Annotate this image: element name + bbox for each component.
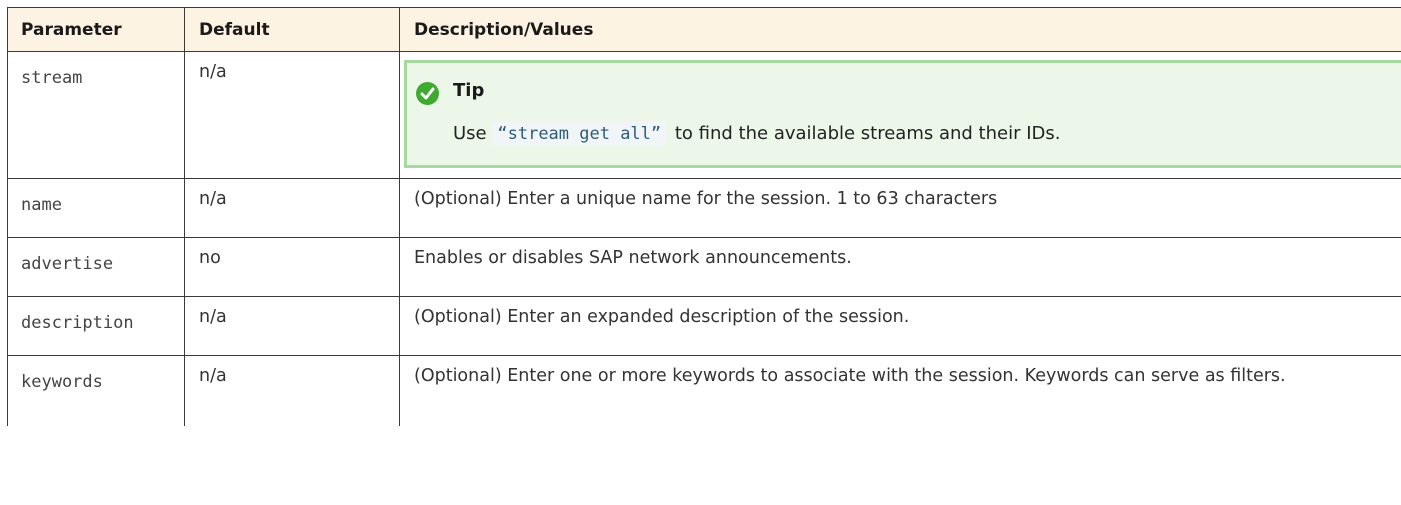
tip-text-before: Use: [453, 123, 487, 144]
table-row: description n/a (Optional) Enter an expa…: [7, 297, 1401, 356]
tip-body: Use “stream get all” to find the availab…: [453, 122, 1061, 146]
tip-title: Tip: [453, 80, 485, 101]
param-default: no: [184, 238, 399, 296]
tip-code: “stream get all”: [492, 122, 667, 146]
header-parameter: Parameter: [7, 8, 184, 51]
parameters-table: Parameter Default Description/Values str…: [7, 7, 1401, 426]
tip-text-after: to find the available streams and their …: [674, 123, 1061, 144]
param-name: keywords: [7, 356, 184, 426]
param-name: name: [7, 179, 184, 237]
param-description: (Optional) Enter a unique name for the s…: [399, 179, 1401, 237]
param-default: n/a: [184, 52, 399, 178]
table-row: advertise no Enables or disables SAP net…: [7, 238, 1401, 297]
param-default: n/a: [184, 356, 399, 426]
table-header-row: Parameter Default Description/Values: [7, 8, 1401, 52]
header-default: Default: [184, 8, 399, 51]
param-name: advertise: [7, 238, 184, 296]
param-description: (Optional) Enter an expanded description…: [399, 297, 1401, 355]
param-description: Tip Use “stream get all” to find the ava…: [399, 52, 1401, 178]
header-description: Description/Values: [399, 8, 1401, 51]
param-name: stream: [7, 52, 184, 178]
check-circle-icon: [416, 82, 439, 105]
param-default: n/a: [184, 179, 399, 237]
table-row: stream n/a Tip Use “stream get all” to f…: [7, 52, 1401, 179]
param-description: Enables or disables SAP network announce…: [399, 238, 1401, 296]
param-name: description: [7, 297, 184, 355]
tip-box: Tip Use “stream get all” to find the ava…: [404, 60, 1401, 168]
table-row: keywords n/a (Optional) Enter one or mor…: [7, 356, 1401, 426]
param-default: n/a: [184, 297, 399, 355]
table-row: name n/a (Optional) Enter a unique name …: [7, 179, 1401, 238]
param-description: (Optional) Enter one or more keywords to…: [399, 356, 1401, 426]
